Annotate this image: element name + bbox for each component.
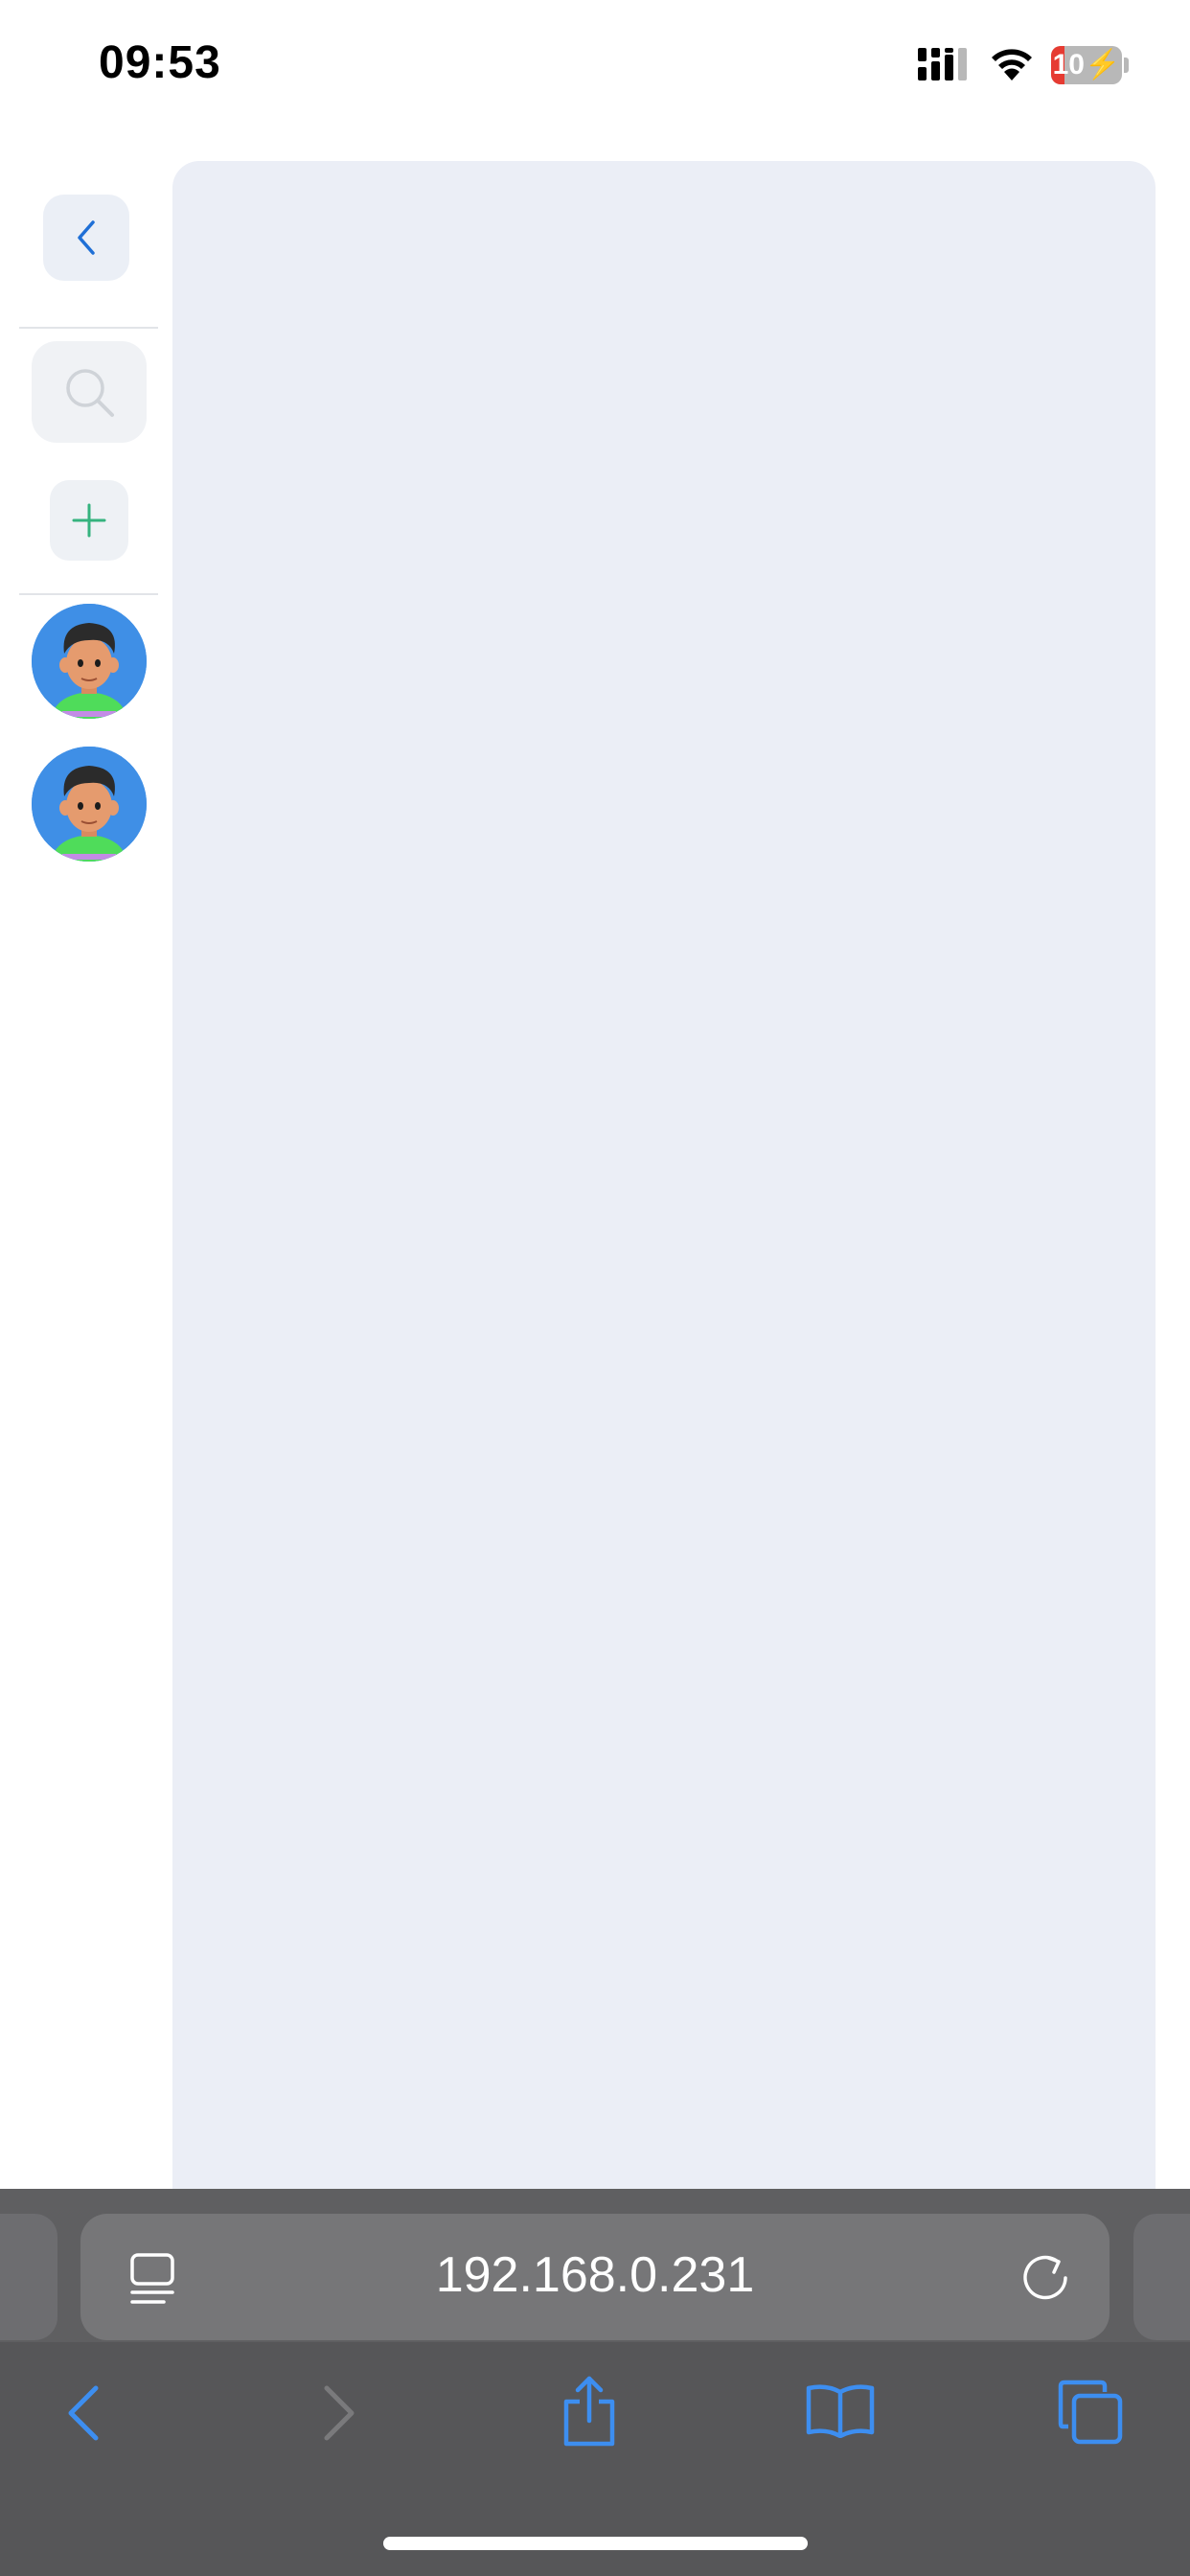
- wifi-icon: [992, 49, 1032, 80]
- status-time: 09:53: [99, 37, 221, 88]
- chevron-left-icon: [78, 220, 95, 255]
- sidebar-divider: [19, 593, 158, 595]
- plus-icon: [72, 503, 106, 538]
- share-icon[interactable]: [561, 2375, 618, 2448]
- home-indicator[interactable]: [383, 2537, 808, 2550]
- url-text[interactable]: 192.168.0.231: [80, 2246, 1110, 2304]
- bookmarks-icon[interactable]: [805, 2382, 876, 2438]
- previous-tab-preview[interactable]: [0, 2214, 57, 2340]
- next-tab-preview[interactable]: [1133, 2214, 1190, 2340]
- search-icon: [66, 369, 114, 417]
- battery-level: 10: [1052, 49, 1085, 80]
- forward-icon[interactable]: [321, 2384, 359, 2442]
- avatar[interactable]: [32, 604, 147, 719]
- back-icon[interactable]: [63, 2384, 102, 2442]
- avatar-illustration: [32, 747, 147, 862]
- battery-charging-icon: 10⚡: [1051, 46, 1129, 84]
- reader-mode-icon[interactable]: [129, 2252, 175, 2306]
- add-button[interactable]: [50, 480, 128, 561]
- search-button[interactable]: [32, 341, 147, 443]
- avatar-illustration: [32, 604, 147, 719]
- sidebar-divider: [19, 327, 158, 329]
- back-button[interactable]: [43, 195, 129, 281]
- reload-icon[interactable]: [1019, 2252, 1071, 2304]
- cellular-signal-icon: [918, 48, 967, 80]
- tabs-icon[interactable]: [1057, 2379, 1124, 2446]
- main-content-panel: [172, 161, 1156, 2193]
- avatar[interactable]: [32, 747, 147, 862]
